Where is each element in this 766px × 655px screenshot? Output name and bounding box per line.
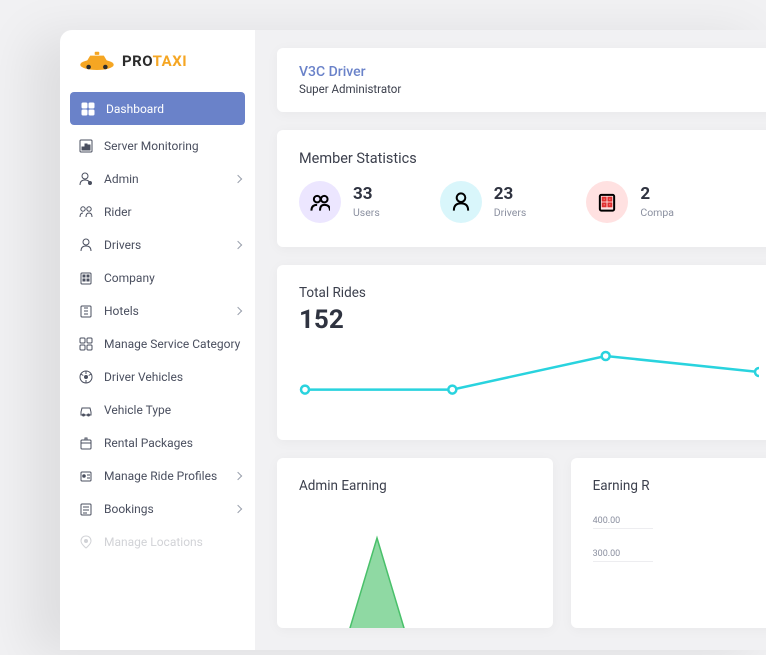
admin-earning-card: Admin Earning (277, 458, 553, 628)
stat-label: Users (353, 206, 380, 219)
stat-label: Drivers (494, 206, 527, 219)
company-icon (78, 270, 93, 285)
sidebar-item-drivers[interactable]: Drivers (60, 228, 255, 261)
sidebar-item-label: Drivers (104, 238, 141, 252)
sidebar-item-label: Bookings (104, 502, 154, 516)
sidebar-item-manage-ride-profiles[interactable]: Manage Ride Profiles (60, 459, 255, 492)
car-icon (78, 402, 93, 417)
sidebar-item-manage-locations[interactable]: Manage Locations (60, 525, 255, 558)
y-tick: 300.00 (593, 549, 653, 562)
app-shell: PROTAXI Dashboard Server Monitoring Admin R… (60, 30, 766, 650)
sidebar-item-vehicle-type[interactable]: Vehicle Type (60, 393, 255, 426)
main-content: V3C Driver Super Administrator Member St… (255, 30, 766, 650)
brand-logo: PROTAXI (60, 48, 255, 92)
grid-icon (80, 101, 95, 116)
earning-report-card: Earning R 400.00 300.00 (571, 458, 766, 628)
company-icon (586, 181, 628, 223)
earnings-row: Admin Earning Earning R 400.00 300.00 (277, 458, 766, 628)
sidebar-item-admin[interactable]: Admin (60, 162, 255, 195)
box-icon (78, 435, 93, 450)
sidebar-item-dashboard[interactable]: Dashboard (70, 92, 245, 125)
brand-text: PROTAXI (122, 52, 187, 70)
stat-users: 33 Users (299, 181, 380, 223)
stat-value: 2 (640, 186, 674, 203)
rides-value: 152 (299, 305, 758, 335)
sidebar-item-label: Vehicle Type (104, 403, 171, 417)
member-stats-card: Member Statistics 33 Users 23 Drivers 2 Compa (277, 130, 766, 247)
wheel-icon (78, 369, 93, 384)
stats-title: Member Statistics (299, 150, 758, 167)
sidebar-item-label: Company (104, 271, 155, 285)
chevron-right-icon (234, 240, 242, 248)
list-icon (78, 501, 93, 516)
sidebar-item-label: Hotels (104, 304, 139, 318)
stat-value: 23 (494, 186, 527, 203)
stat-value: 33 (353, 186, 380, 203)
sidebar-item-bookings[interactable]: Bookings (60, 492, 255, 525)
sidebar-item-rider[interactable]: Rider (60, 195, 255, 228)
chevron-right-icon (234, 174, 242, 182)
taxi-icon (78, 48, 116, 74)
earning-report-title: Earning R (593, 478, 758, 494)
earning-y-axis: 400.00 300.00 (593, 516, 758, 562)
sidebar-item-label: Driver Vehicles (104, 370, 183, 384)
rides-line-chart (299, 340, 759, 420)
users-icon (299, 181, 341, 223)
driver-icon (440, 181, 482, 223)
sidebar-item-server-monitoring[interactable]: Server Monitoring (60, 129, 255, 162)
riders-icon (78, 204, 93, 219)
pin-icon (78, 534, 93, 549)
profile-icon (78, 468, 93, 483)
stats-row: 33 Users 23 Drivers 2 Compa (299, 181, 758, 223)
admin-earning-chart (277, 528, 477, 628)
stat-compa: 2 Compa (586, 181, 674, 223)
sidebar-item-hotels[interactable]: Hotels (60, 294, 255, 327)
sidebar-item-label: Rider (104, 205, 132, 219)
sidebar-item-label: Admin (104, 172, 139, 186)
stat-drivers: 23 Drivers (440, 181, 527, 223)
user-header-card: V3C Driver Super Administrator (277, 48, 766, 112)
sidebar-item-rental-packages[interactable]: Rental Packages (60, 426, 255, 459)
sidebar-item-company[interactable]: Company (60, 261, 255, 294)
stat-label: Compa (640, 206, 674, 219)
sidebar-nav: Dashboard Server Monitoring Admin Rider Driv… (60, 92, 255, 558)
sidebar-item-label: Manage Ride Profiles (104, 469, 217, 483)
chevron-right-icon (234, 306, 242, 314)
driver-icon (78, 237, 93, 252)
hotel-icon (78, 303, 93, 318)
sidebar-item-label: Manage Service Category (104, 337, 240, 351)
chart-icon (78, 138, 93, 153)
chevron-right-icon (234, 471, 242, 479)
user-name: V3C Driver (299, 64, 758, 80)
chevron-right-icon (234, 504, 242, 512)
sidebar-item-driver-vehicles[interactable]: Driver Vehicles (60, 360, 255, 393)
total-rides-card: Total Rides 152 (277, 265, 766, 440)
sidebar-item-label: Manage Locations (104, 535, 203, 549)
sidebar-item-label: Dashboard (106, 102, 164, 116)
rides-title: Total Rides (299, 285, 758, 301)
cats-icon (78, 336, 93, 351)
sidebar-item-label: Rental Packages (104, 436, 193, 450)
admin-earning-title: Admin Earning (299, 478, 531, 494)
y-tick: 400.00 (593, 516, 653, 529)
admin-icon (78, 171, 93, 186)
user-role: Super Administrator (299, 82, 758, 96)
sidebar-item-manage-service-category[interactable]: Manage Service Category (60, 327, 255, 360)
sidebar: PROTAXI Dashboard Server Monitoring Admin R… (60, 30, 255, 650)
sidebar-item-label: Server Monitoring (104, 139, 199, 153)
